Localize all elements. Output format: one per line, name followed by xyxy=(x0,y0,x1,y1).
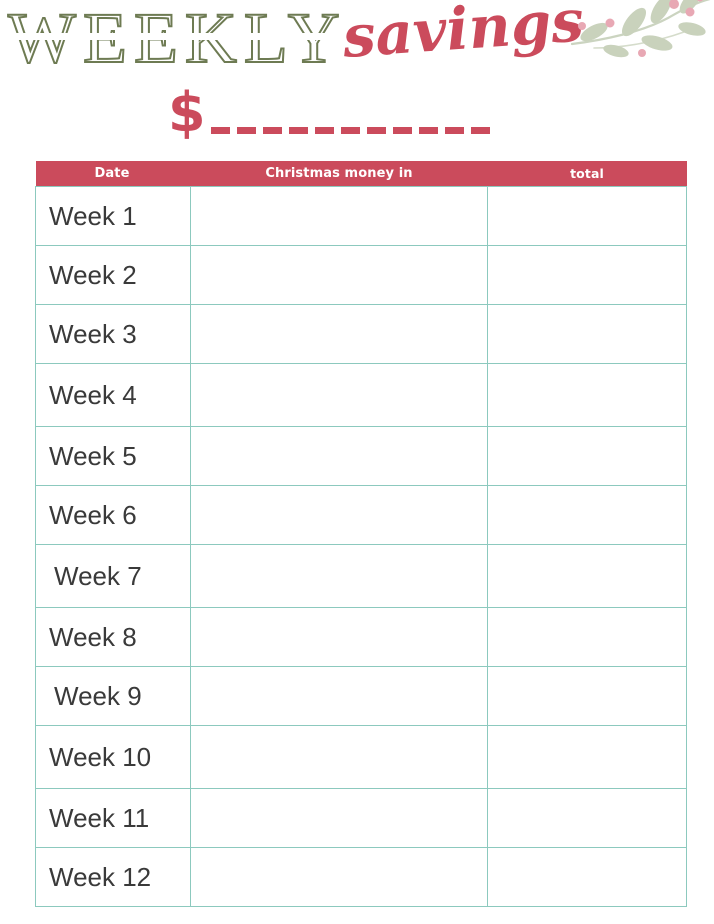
cell-date: Week 12 xyxy=(35,847,191,907)
table-body: Week 1 Week 2 Week 3 Week 4 Week 5 Week … xyxy=(35,186,687,907)
week-label: Week 10 xyxy=(49,741,152,772)
cell-date: Week 5 xyxy=(35,426,191,486)
table-row: Week 12 xyxy=(35,847,687,907)
week-label: Week 5 xyxy=(49,440,137,471)
blank-dash xyxy=(444,127,464,134)
cell-money-in[interactable] xyxy=(190,544,488,608)
cell-money-in[interactable] xyxy=(190,363,488,427)
amount-write-in-blank[interactable] xyxy=(210,127,490,134)
blank-dash xyxy=(288,127,308,134)
cell-total[interactable] xyxy=(487,186,687,246)
table-row: Week 8 xyxy=(35,607,687,667)
week-label: Week 11 xyxy=(49,802,150,833)
week-label: Week 8 xyxy=(49,621,137,652)
cell-money-in[interactable] xyxy=(190,304,488,364)
page-title-savings: savings xyxy=(340,0,586,71)
cell-total[interactable] xyxy=(487,304,687,364)
cell-money-in[interactable] xyxy=(190,788,488,848)
table-row: Week 1 xyxy=(35,186,687,246)
column-header-total: total xyxy=(487,161,687,187)
cell-date: Week 2 xyxy=(35,245,191,305)
savings-goal-amount-line: $ xyxy=(168,80,490,140)
cell-date: Week 7 xyxy=(35,544,191,608)
blank-dash xyxy=(314,127,334,134)
blank-dash xyxy=(366,127,386,134)
table-row: Week 3 xyxy=(35,304,687,364)
cell-total[interactable] xyxy=(487,788,687,848)
cell-date: Week 11 xyxy=(35,788,191,848)
cell-date: Week 6 xyxy=(35,485,191,545)
page-header: WEEKLY savings $ xyxy=(0,0,714,155)
table-row: Week 11 xyxy=(35,788,687,848)
cell-money-in[interactable] xyxy=(190,426,488,486)
blank-dash xyxy=(340,127,360,134)
blank-dash xyxy=(210,127,230,134)
table-row: Week 2 xyxy=(35,245,687,305)
cell-total[interactable] xyxy=(487,426,687,486)
column-header-date: Date xyxy=(35,161,191,187)
cell-date: Week 1 xyxy=(35,186,191,246)
week-label: Week 7 xyxy=(54,560,142,591)
week-label: Week 4 xyxy=(49,379,137,410)
cell-money-in[interactable] xyxy=(190,186,488,246)
cell-total[interactable] xyxy=(487,245,687,305)
week-label: Week 12 xyxy=(49,861,152,892)
botanical-branch-icon xyxy=(564,0,714,76)
table-row: Week 10 xyxy=(35,725,687,789)
table-row: Week 6 xyxy=(35,485,687,545)
cell-total[interactable] xyxy=(487,485,687,545)
cell-money-in[interactable] xyxy=(190,725,488,789)
blank-dash xyxy=(470,127,490,134)
table-row: Week 4 xyxy=(35,363,687,427)
cell-money-in[interactable] xyxy=(190,245,488,305)
table-row: Week 5 xyxy=(35,426,687,486)
week-label: Week 1 xyxy=(49,200,137,231)
cell-money-in[interactable] xyxy=(190,485,488,545)
cell-total[interactable] xyxy=(487,847,687,907)
blank-dash xyxy=(262,127,282,134)
cell-date: Week 9 xyxy=(35,666,191,726)
cell-total[interactable] xyxy=(487,544,687,608)
weekly-savings-table: Date Christmas money in total Week 1 Wee… xyxy=(35,161,687,907)
cell-money-in[interactable] xyxy=(190,666,488,726)
week-label: Week 9 xyxy=(54,680,142,711)
cell-date: Week 8 xyxy=(35,607,191,667)
cell-total[interactable] xyxy=(487,725,687,789)
cell-total[interactable] xyxy=(487,607,687,667)
week-label: Week 3 xyxy=(49,318,137,349)
week-label: Week 2 xyxy=(49,259,137,290)
week-label: Week 6 xyxy=(49,499,137,530)
dollar-sign-icon: $ xyxy=(168,81,206,144)
blank-dash xyxy=(236,127,256,134)
table-header-row: Date Christmas money in total xyxy=(35,161,687,187)
cell-date: Week 3 xyxy=(35,304,191,364)
cell-date: Week 10 xyxy=(35,725,191,789)
table-header: Date Christmas money in total xyxy=(35,161,687,187)
cell-total[interactable] xyxy=(487,363,687,427)
table-row: Week 7 xyxy=(35,544,687,608)
page-title-weekly: WEEKLY xyxy=(7,0,347,78)
cell-money-in[interactable] xyxy=(190,607,488,667)
blank-dash xyxy=(418,127,438,134)
cell-date: Week 4 xyxy=(35,363,191,427)
table-row: Week 9 xyxy=(35,666,687,726)
column-header-money-in: Christmas money in xyxy=(190,161,488,187)
blank-dash xyxy=(392,127,412,134)
cell-total[interactable] xyxy=(487,666,687,726)
cell-money-in[interactable] xyxy=(190,847,488,907)
